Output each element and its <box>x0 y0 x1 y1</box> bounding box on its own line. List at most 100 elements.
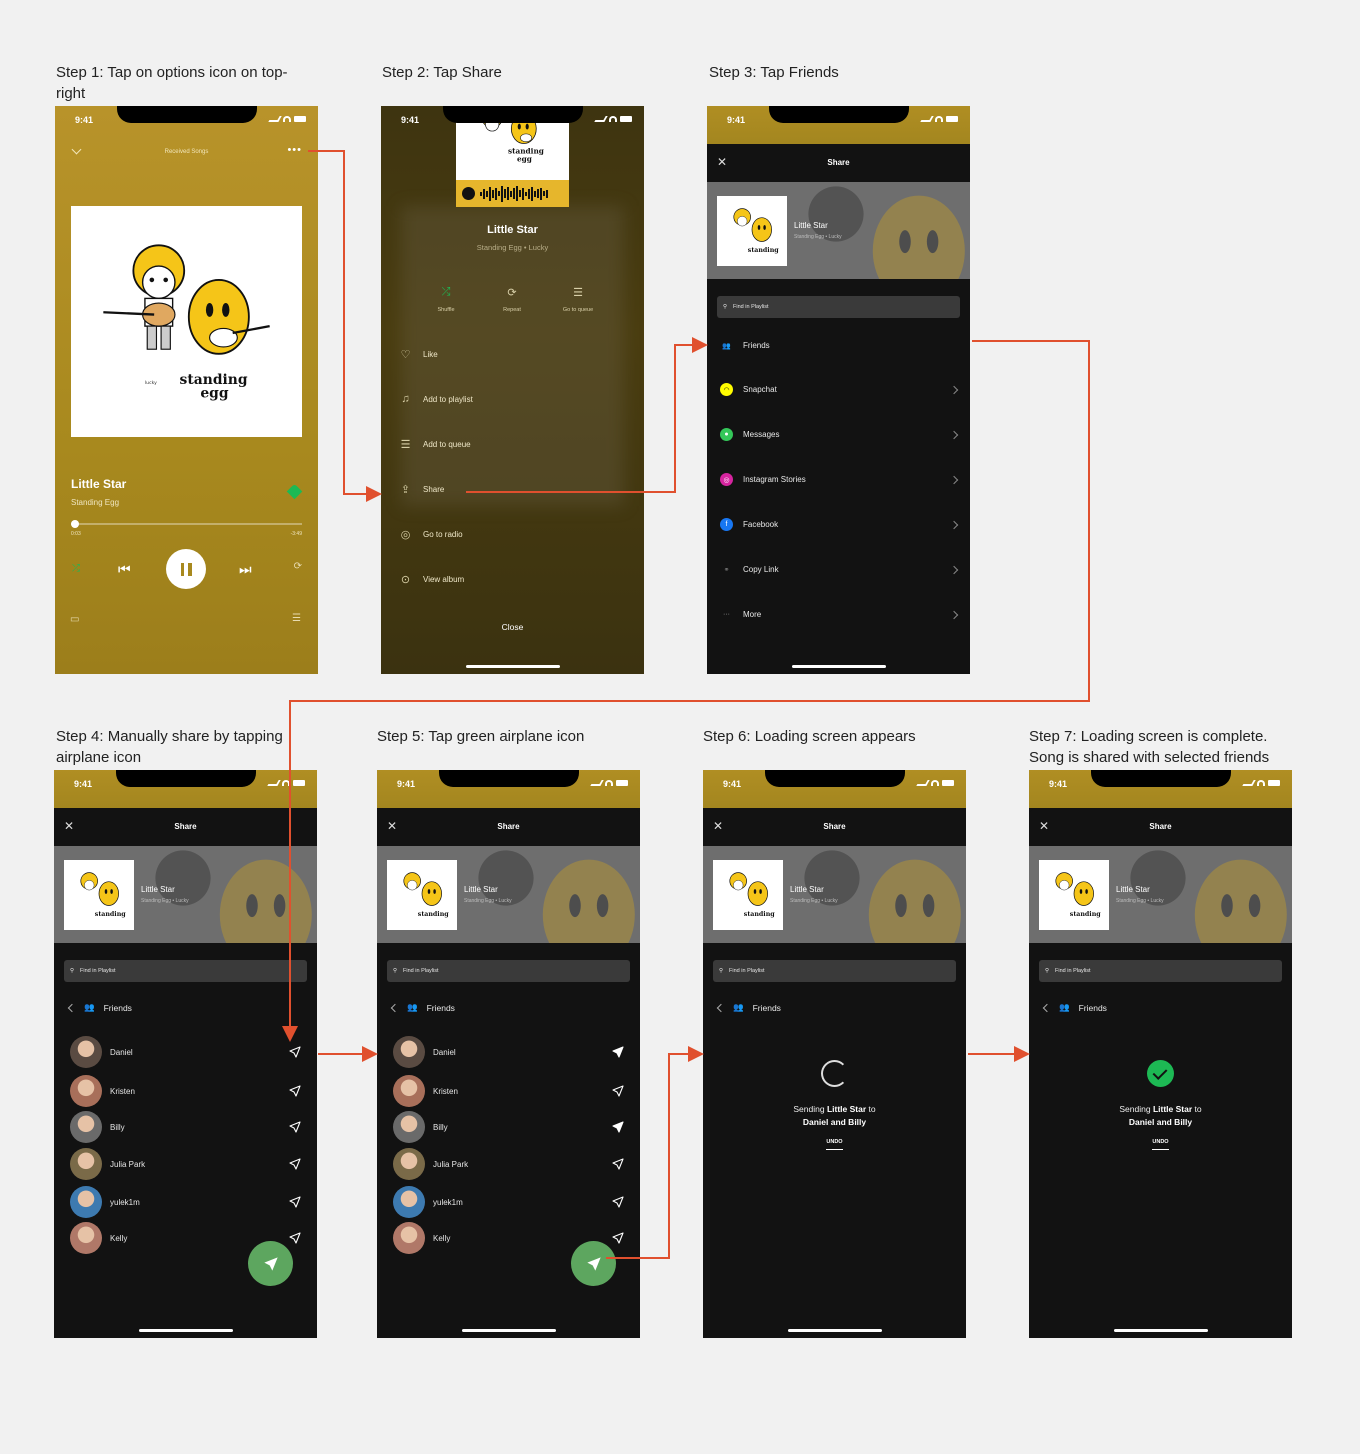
avatar <box>393 1075 425 1107</box>
progress-knob[interactable] <box>71 520 79 528</box>
friend-row[interactable]: Julia Park <box>70 1148 301 1180</box>
step4-caption-line1: Step 4: Manually share by tapping <box>56 728 283 745</box>
share-target-facebook[interactable]: f Facebook <box>720 518 959 531</box>
next-icon[interactable]: ⏭ <box>239 561 252 578</box>
thumb-illustration: standing <box>80 872 126 918</box>
airplane-icon[interactable] <box>289 1085 301 1097</box>
options-icon[interactable]: ••• <box>287 144 302 156</box>
menu-item-share[interactable]: ⇪ Share <box>398 483 444 496</box>
song-artist[interactable]: Standing Egg <box>71 498 119 507</box>
send-button[interactable] <box>571 1241 616 1286</box>
menu-item-view-album[interactable]: ⊙ View album <box>398 573 464 586</box>
home-indicator <box>465 665 560 668</box>
menu-item-add-to-playlist[interactable]: ♫ Add to playlist <box>398 393 472 405</box>
back-icon[interactable] <box>1042 1003 1052 1012</box>
banner-ghost-art <box>1130 850 1287 943</box>
back-icon[interactable] <box>716 1003 726 1012</box>
pause-button[interactable] <box>166 549 206 589</box>
search-input[interactable]: ⚲ Find in Playlist <box>713 960 956 982</box>
thumb-brand-line1: standing <box>1070 911 1101 918</box>
menu-item-add-to-queue[interactable]: ☰ Add to queue <box>398 438 471 451</box>
friends-header: 👥 Friends <box>67 1002 132 1013</box>
previous-icon[interactable]: ⏮ <box>118 561 131 578</box>
send-button[interactable] <box>248 1241 293 1286</box>
devices-icon[interactable]: ▭ <box>70 614 79 625</box>
banner-song-title: Little Star <box>464 885 498 894</box>
step1-caption: Step 1: Tap on options icon on top- righ… <box>56 62 288 104</box>
share-target-more[interactable]: ··· More <box>720 608 959 621</box>
progress-bar[interactable] <box>71 523 302 525</box>
menu-song-title: Little Star <box>487 224 538 236</box>
undo-button[interactable]: UNDO <box>1152 1136 1169 1150</box>
menu-item-label: View album <box>423 575 465 584</box>
menu-item-like[interactable]: ♡ Like <box>398 348 438 361</box>
share-target-snapchat[interactable]: ◠ Snapchat <box>720 383 959 396</box>
search-input[interactable]: ⚲ Find in Playlist <box>717 296 960 318</box>
shuffle-icon: ⤮ <box>441 286 451 298</box>
home-indicator <box>138 1329 233 1332</box>
link-icon: ⚭ <box>723 566 730 574</box>
airplane-icon[interactable] <box>289 1196 301 1208</box>
search-icon: ⚲ <box>723 304 728 310</box>
back-icon[interactable] <box>67 1003 77 1012</box>
repeat-action[interactable]: ⟳ Repeat <box>482 286 542 313</box>
friend-row[interactable]: Billy <box>393 1111 624 1143</box>
friend-row[interactable]: yulek1m <box>70 1186 301 1218</box>
undo-button[interactable]: UNDO <box>826 1136 843 1150</box>
go-to-queue-action[interactable]: ☰ Go to queue <box>548 286 608 313</box>
chevron-right-icon <box>949 430 959 439</box>
friend-row[interactable]: Billy <box>70 1111 301 1143</box>
search-icon: ⚲ <box>1045 968 1050 974</box>
friend-row[interactable]: Daniel <box>70 1036 301 1068</box>
friend-row[interactable]: Daniel <box>393 1036 624 1068</box>
album-icon: ⊙ <box>400 574 411 586</box>
banner-song-subtitle: Standing Egg • Lucky <box>141 898 189 904</box>
heart-outline-icon: ♡ <box>400 349 411 361</box>
friend-row[interactable]: Kristen <box>393 1075 624 1107</box>
shuffle-action[interactable]: ⤮ Shuffle <box>416 286 476 313</box>
banner-ghost-art <box>808 186 965 279</box>
airplane-icon[interactable] <box>612 1121 624 1133</box>
step5-caption: Step 5: Tap green airplane icon <box>377 728 585 745</box>
airplane-icon[interactable] <box>289 1121 301 1133</box>
airplane-icon[interactable] <box>289 1158 301 1170</box>
shuffle-icon[interactable]: ⤮ <box>72 563 80 574</box>
banner-song-title: Little Star <box>790 885 824 894</box>
friend-row[interactable]: yulek1m <box>393 1186 624 1218</box>
thumb-brand-line1: standing <box>748 247 779 254</box>
step7-caption-line1: Step 7: Loading screen is complete. <box>1029 728 1268 745</box>
friend-row[interactable]: Julia Park <box>393 1148 624 1180</box>
sending-recipients: Daniel and Billy <box>1128 1117 1193 1127</box>
search-input[interactable]: ⚲ Find in Playlist <box>387 960 630 982</box>
search-input[interactable]: ⚲ Find in Playlist <box>64 960 307 982</box>
back-icon[interactable] <box>390 1003 400 1012</box>
friends-header-label: Friends <box>103 1002 132 1013</box>
status-time: 9:41 <box>74 779 93 789</box>
step1-caption-line2: right <box>56 85 86 102</box>
share-target-messages[interactable]: ● Messages <box>720 428 959 441</box>
repeat-icon[interactable]: ⟳ <box>294 561 302 572</box>
queue-icon[interactable]: ☰ <box>292 613 301 624</box>
airplane-icon[interactable] <box>289 1046 301 1058</box>
share-target-copy-link[interactable]: ⚭ Copy Link <box>720 563 959 576</box>
friends-icon: 👥 <box>84 1002 95 1012</box>
banner-album-thumb: standing <box>1039 860 1109 930</box>
search-input[interactable]: ⚲ Find in Playlist <box>1039 960 1282 982</box>
friend-row[interactable]: Kristen <box>70 1075 301 1107</box>
share-target-friends[interactable]: 👥 Friends <box>720 339 957 352</box>
status-time: 9:41 <box>397 779 416 789</box>
airplane-icon[interactable] <box>612 1196 624 1208</box>
close-button[interactable]: Close <box>381 622 644 632</box>
share-target-instagram-stories[interactable]: ◎ Instagram Stories <box>720 473 959 486</box>
messages-icon: ● <box>720 428 733 441</box>
airplane-icon[interactable] <box>612 1085 624 1097</box>
friends-screen-step5: 9:41 ✕ Share standing Little Star Standi… <box>377 770 640 1338</box>
heart-icon[interactable] <box>286 483 303 500</box>
menu-item-label: Add to queue <box>423 440 471 449</box>
airplane-icon[interactable] <box>612 1158 624 1170</box>
menu-item-go-to-radio[interactable]: ◎ Go to radio <box>398 528 463 541</box>
airplane-icon[interactable] <box>289 1232 301 1244</box>
airplane-icon[interactable] <box>612 1232 624 1244</box>
airplane-icon[interactable] <box>612 1046 624 1058</box>
notch <box>116 106 257 123</box>
